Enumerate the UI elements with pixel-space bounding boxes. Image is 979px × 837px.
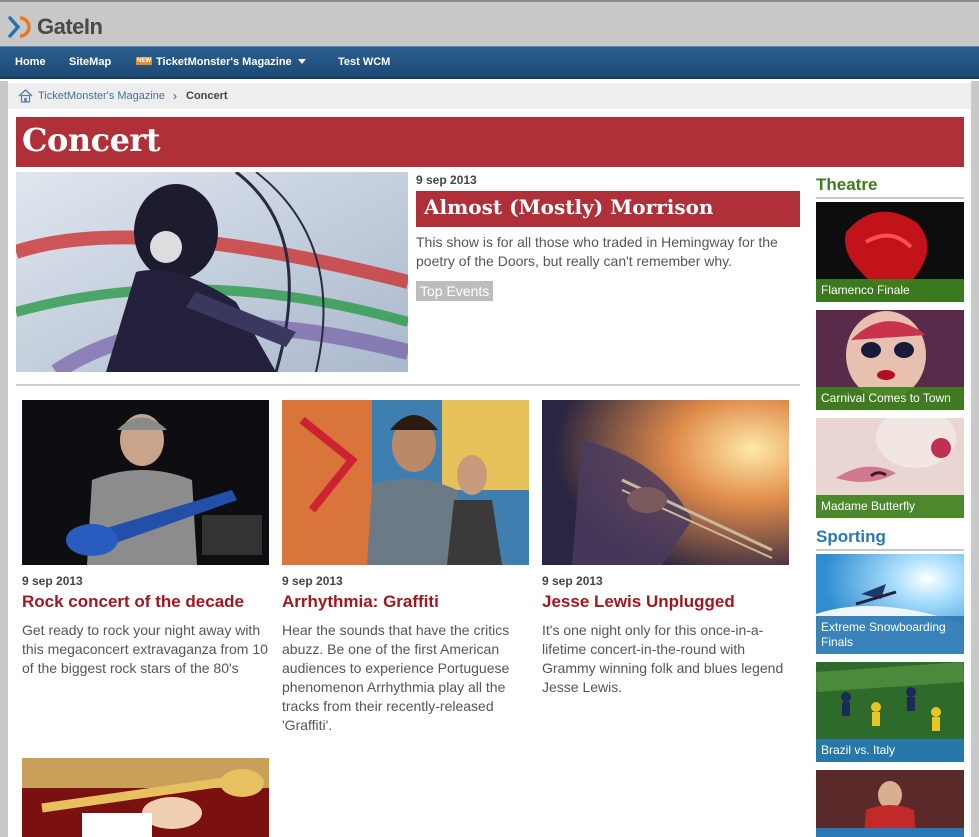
nav-item-test-wcm[interactable]: Test WCM [338, 47, 390, 78]
breadcrumb: TicketMonster's Magazine › Concert [8, 83, 971, 109]
article-image-rock-concert[interactable] [22, 400, 269, 565]
sidebar-heading-theatre-label: Theatre [816, 175, 878, 194]
featured-tag[interactable]: Top Events [416, 281, 494, 301]
article-title-jesse-lewis[interactable]: Jesse Lewis Unplugged [542, 592, 735, 612]
gatein-logo[interactable]: GateIn [8, 14, 103, 40]
new-badge: NEW [136, 57, 152, 66]
sidebar-heading-sporting: Sporting [816, 527, 964, 551]
featured-title[interactable]: Almost (Mostly) Morrison [424, 195, 713, 219]
article-description: Get ready to rock your night away with t… [22, 622, 268, 676]
sidebar-heading-sporting-label: Sporting [816, 527, 886, 546]
nav-item-sitemap[interactable]: SiteMap [69, 47, 111, 78]
section-divider [16, 384, 800, 386]
featured-image[interactable] [16, 172, 408, 372]
featured-date: 9 sep 2013 [416, 173, 477, 187]
sidebar-item-carnival[interactable]: Carnival Comes to Town [816, 310, 964, 410]
article-image-brass[interactable] [22, 758, 269, 837]
right-page-gutter [971, 81, 979, 837]
sidebar-item-snowboarding[interactable]: Extreme Snowboarding Finals [816, 554, 964, 654]
nav-item-magazine-label: TicketMonster's Magazine [156, 56, 292, 68]
sidebar-caption: Brazil vs. Italy [816, 739, 964, 762]
sidebar-item-sport-partial[interactable] [816, 770, 964, 837]
nav-item-magazine[interactable]: NEW TicketMonster's Magazine [136, 47, 306, 78]
left-page-gutter [0, 81, 8, 837]
sidebar-item-brazil-italy[interactable]: Brazil vs. Italy [816, 662, 964, 762]
featured-description: This show is for all those who traded in… [416, 234, 778, 269]
nav-item-home[interactable]: Home [15, 47, 46, 78]
chevron-right-icon: › [173, 89, 177, 103]
article-description: It's one night only for this once-in-a-l… [542, 622, 784, 695]
page-title: Concert [22, 121, 161, 159]
logo-text: GateIn [37, 14, 103, 39]
page-title-banner: Concert [16, 117, 964, 167]
sidebar-item-madame-butterfly[interactable]: Madame Butterfly [816, 418, 964, 518]
article-image-jesse-lewis[interactable] [542, 400, 789, 565]
home-icon[interactable] [18, 89, 33, 103]
sidebar-item-flamenco-finale[interactable]: Flamenco Finale [816, 202, 964, 302]
chevron-down-icon [297, 58, 306, 64]
gatein-logo-icon [8, 14, 36, 40]
article-image-arrhythmia[interactable] [282, 400, 529, 565]
breadcrumb-current: Concert [186, 90, 228, 102]
breadcrumb-link-magazine[interactable]: TicketMonster's Magazine [38, 90, 165, 102]
sidebar-caption: Extreme Snowboarding Finals [816, 616, 964, 654]
article-description: Hear the sounds that have the critics ab… [282, 622, 510, 733]
sidebar-caption: Madame Butterfly [816, 495, 964, 518]
main-nav: Home SiteMap NEW TicketMonster's Magazine… [0, 46, 979, 79]
article-date: 9 sep 2013 [282, 574, 343, 588]
sidebar-heading-theatre: Theatre [816, 175, 964, 199]
article-date: 9 sep 2013 [22, 574, 83, 588]
top-header: GateIn [0, 0, 979, 46]
featured-title-bar[interactable]: Almost (Mostly) Morrison [416, 191, 800, 227]
article-date: 9 sep 2013 [542, 574, 603, 588]
sidebar-caption: Flamenco Finale [816, 279, 964, 302]
sidebar-caption: Carnival Comes to Town [816, 387, 964, 410]
article-title-arrhythmia[interactable]: Arrhythmia: Graffiti [282, 592, 439, 612]
article-title-rock-concert[interactable]: Rock concert of the decade [22, 592, 244, 612]
